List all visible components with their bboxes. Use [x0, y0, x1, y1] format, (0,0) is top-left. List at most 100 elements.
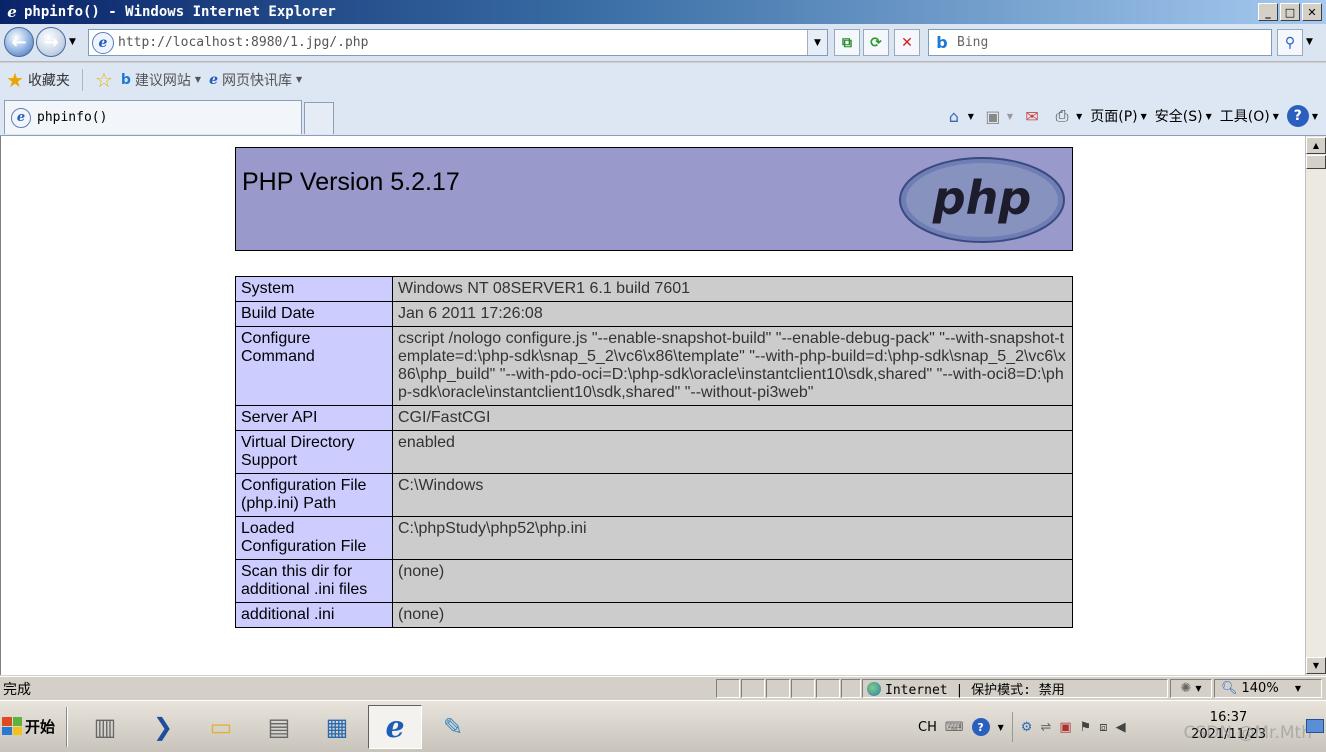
vertical-scrollbar[interactable]: ▲ ▼ [1305, 136, 1326, 675]
compatibility-view-button[interactable]: ⧉ [834, 29, 860, 56]
address-input[interactable]: http://localhost:8980/1.jpg/.php [118, 35, 368, 50]
new-tab-button[interactable] [304, 102, 334, 134]
action-center-flag-icon[interactable]: ⚑ [1080, 720, 1092, 735]
remote-desktop-icon[interactable]: ▦ [310, 705, 364, 749]
command-bar: ⌂ ▼ ▣ ▼ ✉ ⎙ ▼ 页面(P) ▼ 安全(S) ▼ 工具(O) ▼ ? ▼ [943, 102, 1318, 130]
back-arrow-icon: ← [11, 31, 27, 53]
search-input[interactable]: Bing [957, 35, 988, 50]
page-viewport[interactable]: PHP Version 5.2.17 php System Windows NT … [0, 136, 1305, 675]
scroll-up-button[interactable]: ▲ [1306, 137, 1326, 154]
maximize-button[interactable]: □ [1280, 3, 1300, 21]
php-info-table: System Windows NT 08SERVER1 6.1 build 760… [235, 276, 1073, 628]
safety-menu[interactable]: 安全(S) ▼ [1155, 106, 1212, 126]
tab-phpinfo[interactable]: e phpinfo() [4, 100, 302, 134]
internet-explorer-icon[interactable]: e [368, 705, 422, 749]
row-value: CGI/FastCGI [392, 405, 1073, 431]
volume-icon[interactable]: ◀ [1116, 720, 1126, 735]
help-icon: ? [1286, 105, 1309, 127]
recent-pages-dropdown[interactable]: ▼ [69, 37, 76, 47]
table-row: Scan this dir for additional .ini files(… [235, 559, 1073, 603]
usb-icon[interactable]: ⇌ [1040, 720, 1051, 735]
zone-label: Internet | 保护模式: 禁用 [885, 683, 1065, 698]
ie-icon: e [7, 3, 17, 21]
row-key: Scan this dir for additional .ini files [235, 559, 393, 603]
add-to-favorites-bar-button[interactable]: ☆ [95, 70, 113, 90]
explorer-folder-icon[interactable]: ▭ [194, 705, 248, 749]
refresh-button[interactable]: ⟳ [863, 29, 889, 56]
tab-title: phpinfo() [37, 110, 108, 125]
taskbar-separator [66, 707, 68, 747]
status-pane [841, 679, 861, 698]
search-button[interactable]: ⚲ [1277, 29, 1303, 56]
add-favorite-icon: ☆ [94, 67, 113, 92]
chevron-down-icon[interactable]: ▼ [998, 723, 1004, 732]
add-ons-status[interactable]: ✺ ▼ [1170, 679, 1212, 698]
stop-button[interactable]: ✕ [894, 29, 920, 56]
feeds-button[interactable]: ▣ ▼ [982, 105, 1013, 127]
help-menu[interactable]: ? ▼ [1286, 105, 1318, 127]
read-mail-button[interactable]: ✉ [1021, 105, 1043, 127]
start-label: 开始 [25, 717, 56, 736]
table-row: Loaded Configuration File C:\phpStudy\php… [235, 516, 1073, 560]
address-bar[interactable]: e http://localhost:8980/1.jpg/.php ▼ [88, 29, 828, 56]
ie-page-icon: e [11, 107, 31, 128]
network-config-icon[interactable]: ⚙ [1021, 720, 1033, 735]
row-value: Windows NT 08SERVER1 6.1 build 7601 [392, 276, 1073, 302]
safety-menu-label: 安全(S) [1154, 109, 1203, 125]
row-value: C:\phpStudy\php52\php.ini [392, 516, 1073, 560]
favorites-button[interactable]: ★ 收藏夹 [6, 70, 70, 90]
print-button[interactable]: ⎙ ▼ [1051, 105, 1083, 127]
php-header: PHP Version 5.2.17 php [235, 147, 1073, 251]
stop-icon: ✕ [901, 34, 913, 51]
row-key: Build Date [235, 301, 393, 327]
mail-icon: ✉ [1025, 106, 1039, 126]
security-zone[interactable]: Internet | 保护模式: 禁用 [862, 679, 1168, 698]
home-button[interactable]: ⌂ ▼ [943, 105, 974, 127]
tools-menu-label: 工具(O) [1219, 109, 1270, 125]
vmware-icon[interactable]: ▣ [1059, 720, 1071, 735]
notepad-icon[interactable]: ✎ [426, 705, 480, 749]
status-pane [816, 679, 840, 698]
favorites-star-icon: ★ [6, 67, 24, 92]
forward-button[interactable]: → [36, 27, 66, 57]
page-menu[interactable]: 页面(P) ▼ [1090, 106, 1147, 126]
scroll-down-button[interactable]: ▼ [1306, 657, 1326, 674]
web-slice-gallery-link[interactable]: e 网页快讯库 ▼ [209, 70, 302, 90]
search-options-dropdown[interactable]: ▼ [1306, 37, 1313, 47]
server-manager-icon[interactable]: ▥ [78, 705, 132, 749]
php-version-title: PHP Version 5.2.17 [242, 168, 460, 196]
window-titlebar: e phpinfo() - Windows Internet Explorer … [0, 0, 1326, 24]
refresh-icon: ⟳ [870, 34, 882, 51]
forward-arrow-icon: → [43, 31, 59, 53]
start-button[interactable]: 开始 [2, 707, 60, 745]
scroll-thumb[interactable] [1306, 155, 1326, 169]
chevron-down-icon: ▼ [295, 75, 303, 84]
search-box[interactable]: b Bing [928, 29, 1272, 56]
back-button[interactable]: ← [4, 27, 34, 57]
chevron-down-icon: ▼ [1205, 111, 1212, 121]
admin-tools-icon[interactable]: ▤ [252, 705, 306, 749]
powershell-icon[interactable]: ❯ [136, 705, 190, 749]
status-bar: 完成 Internet | 保护模式: 禁用 ✺ ▼ 🔍︎ 140% ▼ [0, 676, 1326, 699]
chevron-down-icon: ▼ [194, 75, 202, 84]
minimize-button[interactable]: _ [1258, 3, 1278, 21]
keyboard-icon[interactable]: ⌨ [945, 720, 964, 735]
tools-menu[interactable]: 工具(O) ▼ [1220, 106, 1279, 126]
address-dropdown-button[interactable]: ▼ [807, 30, 827, 55]
close-button[interactable]: ✕ [1302, 3, 1322, 21]
row-key: additional .ini [235, 602, 393, 628]
zoom-control[interactable]: 🔍︎ 140% ▼ [1214, 679, 1322, 698]
table-row: Server API CGI/FastCGI [235, 405, 1073, 431]
table-row: additional .ini (none) [235, 602, 1073, 628]
compatibility-icon: ⧉ [842, 34, 852, 51]
taskbar: 开始 ▥ ❯ ▭ ▤ ▦ e ✎ CH ⌨ ? ▼ ⚙ ⇌ ▣ ⚑ ⧈ ◀ 16… [0, 700, 1326, 752]
language-indicator[interactable]: CH [918, 720, 937, 735]
table-row: System Windows NT 08SERVER1 6.1 build 760… [235, 276, 1073, 302]
page-menu-label: 页面(P) [1090, 109, 1138, 125]
suggested-sites-link[interactable]: b 建议网站 ▼ [121, 70, 201, 90]
network-icon[interactable]: ⧈ [1099, 720, 1107, 735]
status-pane [766, 679, 790, 698]
help-icon[interactable]: ? [971, 718, 990, 736]
show-desktop-button[interactable] [1306, 719, 1324, 733]
chevron-down-icon: ▼ [1076, 111, 1083, 121]
